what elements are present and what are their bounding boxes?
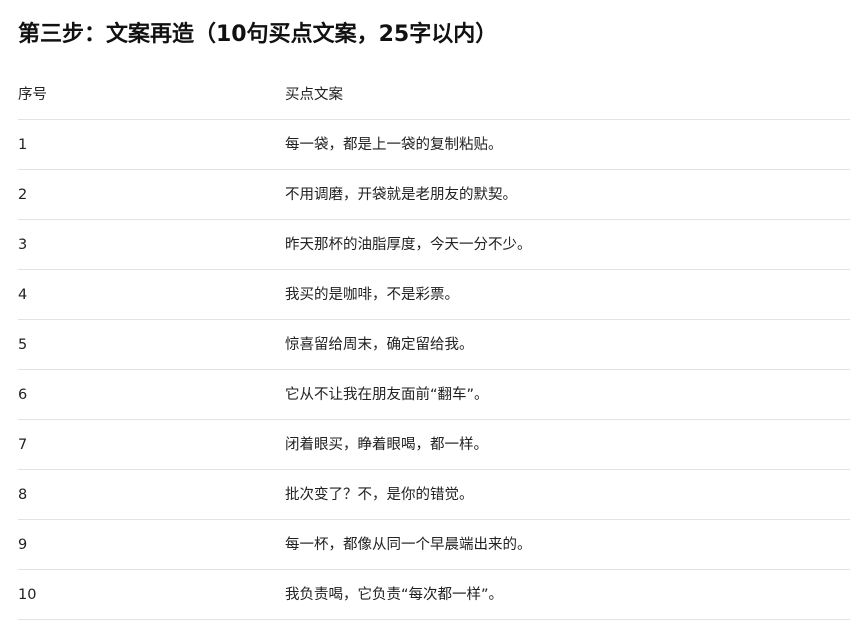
row-index: 9 (18, 537, 28, 553)
row-index: 8 (18, 487, 28, 503)
row-copy-text: 不用调磨，开袋就是老朋友的默契。 (285, 187, 517, 203)
row-copy-text: 闭着眼买，睁着眼喝，都一样。 (285, 437, 488, 453)
table-row: 4 我买的是咖啡，不是彩票。 (18, 270, 850, 320)
document-page: 第三步：文案再造（10句买点文案，25字以内） 序号 买点文案 1 每一袋，都是… (0, 0, 865, 640)
row-copy-text: 我负责喝，它负责“每次都一样”。 (285, 587, 504, 603)
table-row: 6 它从不让我在朋友面前“翻车”。 (18, 370, 850, 420)
table-row: 7 闭着眼买，睁着眼喝，都一样。 (18, 420, 850, 470)
row-copy-text: 它从不让我在朋友面前“翻车”。 (285, 387, 489, 403)
table-row: 3 昨天那杯的油脂厚度，今天一分不少。 (18, 220, 850, 270)
row-index: 7 (18, 437, 28, 453)
row-copy-text: 昨天那杯的油脂厚度，今天一分不少。 (285, 237, 532, 253)
row-index: 10 (18, 587, 37, 603)
header-index: 序号 (18, 87, 47, 103)
row-index: 1 (18, 137, 28, 153)
row-index: 6 (18, 387, 28, 403)
row-copy-text: 惊喜留给周末，确定留给我。 (285, 337, 474, 353)
table-row: 10 我负责喝，它负责“每次都一样”。 (18, 570, 850, 620)
table-row: 1 每一袋，都是上一袋的复制粘贴。 (18, 120, 850, 170)
row-copy-text: 批次变了？不，是你的错觉。 (285, 487, 474, 503)
row-index: 3 (18, 237, 28, 253)
header-copy: 买点文案 (285, 87, 343, 103)
table-row: 9 每一杯，都像从同一个早晨端出来的。 (18, 520, 850, 570)
table-row: 5 惊喜留给周末，确定留给我。 (18, 320, 850, 370)
table-row: 8 批次变了？不，是你的错觉。 (18, 470, 850, 520)
table-header-row: 序号 买点文案 (18, 70, 850, 120)
table-row: 2 不用调磨，开袋就是老朋友的默契。 (18, 170, 850, 220)
section-title: 第三步：文案再造（10句买点文案，25字以内） (18, 22, 498, 47)
row-copy-text: 每一杯，都像从同一个早晨端出来的。 (285, 537, 532, 553)
row-copy-text: 我买的是咖啡，不是彩票。 (285, 287, 459, 303)
row-index: 4 (18, 287, 28, 303)
copy-table: 序号 买点文案 1 每一袋，都是上一袋的复制粘贴。 2 不用调磨，开袋就是老朋友… (18, 70, 850, 620)
row-index: 5 (18, 337, 28, 353)
row-copy-text: 每一袋，都是上一袋的复制粘贴。 (285, 137, 503, 153)
row-index: 2 (18, 187, 28, 203)
